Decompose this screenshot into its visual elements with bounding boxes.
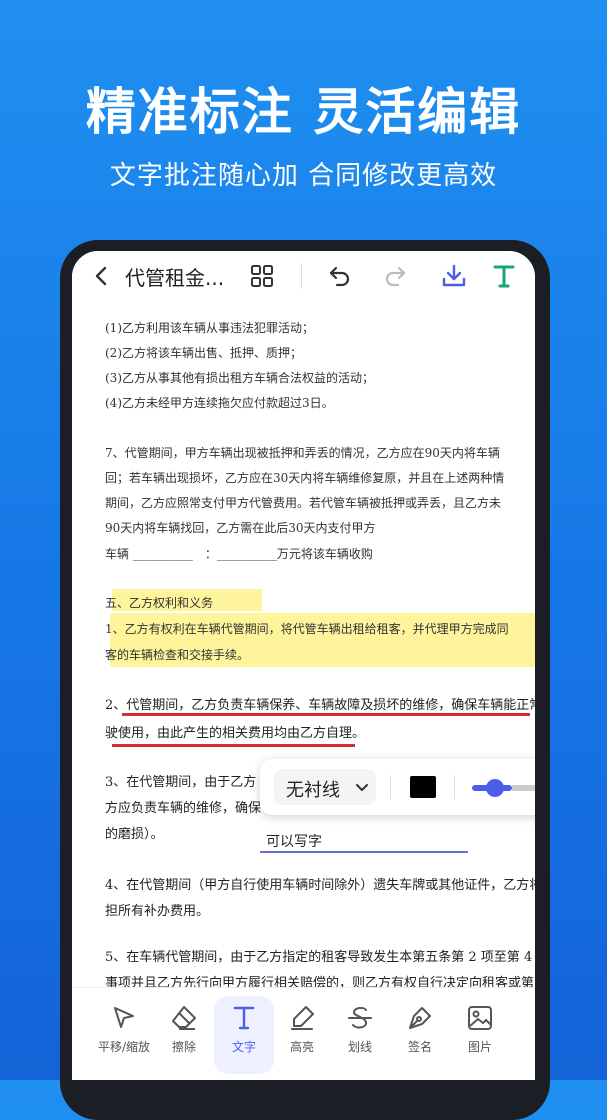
doc-line: 客的车辆检查和交接手续。 [105, 648, 250, 662]
text-color-swatch[interactable] [410, 776, 436, 798]
doc-line: 3、在代管期间，由于乙方 [105, 775, 257, 790]
doc-line: 回；若车辆出现损坏，乙方应在30天内将车辆维修复原，并且在上述两种情 [105, 471, 505, 485]
bottom-toolbar: 平移/缩放 擦除 文字 高亮 划线 签名 图片 [72, 987, 535, 1080]
document-title: 代管租金... [125, 266, 225, 290]
document-page[interactable]: (1)乙方利用该车辆从事违法犯罪活动； (2)乙方将该车辆出售、抵押、质押； (… [72, 301, 535, 987]
tool-signature[interactable]: 签名 [390, 996, 450, 1074]
eraser-icon [172, 1006, 196, 1030]
cursor-icon [114, 1007, 134, 1028]
doc-line: 1、乙方有权利在车辆代管期间，将代管车辆出租给租客，并代理甲方完成同 [105, 622, 509, 636]
signature-pen-icon [409, 1007, 431, 1029]
tool-erase[interactable]: 擦除 [154, 996, 214, 1074]
annotation-text[interactable]: 可以写字 [266, 831, 322, 851]
tool-image[interactable]: 图片 [450, 996, 510, 1074]
doc-line: 担所有补办费用。 [105, 904, 210, 919]
undo-icon[interactable] [324, 260, 356, 292]
toolbar-divider [454, 775, 455, 799]
doc-line: 驶使用，由此产生的相关费用均由乙方自理。 [105, 726, 366, 741]
tool-label: 平移/缩放 [97, 1040, 151, 1054]
doc-line: 事项并且乙方先行向甲方履行相关赔偿的，则乙方有权自行决定向租客或第 [105, 976, 535, 987]
font-size-slider-handle[interactable] [486, 779, 504, 797]
image-icon [468, 1006, 492, 1030]
text-icon [233, 1006, 255, 1030]
annotation-underline [260, 851, 468, 853]
tool-label: 擦除 [171, 1040, 196, 1054]
toolbar-divider [390, 775, 391, 799]
strikethrough-icon [348, 1006, 372, 1029]
redo-icon[interactable] [379, 260, 411, 292]
doc-line: 2、代管期间，乙方负责车辆保养、车辆故障及损坏的维修，确保车辆能正常 [105, 698, 535, 713]
text-tool-icon[interactable] [488, 260, 520, 292]
underline-mark [112, 744, 355, 747]
back-icon[interactable] [86, 260, 118, 292]
doc-line: 五、乙方权利和义务 [105, 596, 214, 610]
doc-line: 的磨损）。 [105, 827, 164, 842]
doc-line: (4)乙方未经甲方连续拖欠应付款超过3日。 [105, 396, 334, 410]
tool-label: 文字 [231, 1040, 256, 1054]
doc-line: 4、在代管期间（甲方自行使用车辆时间除外）遗失车牌或其他证件，乙方将 [105, 878, 535, 893]
doc-line: (3)乙方从事其他有损出租方车辆合法权益的活动； [105, 371, 374, 385]
doc-line: (2)乙方将该车辆出售、抵押、质押； [105, 346, 302, 360]
font-style-toolbar: 无衬线 [260, 759, 535, 815]
toolbar-divider [301, 263, 302, 289]
doc-line: 90天内将车辆找回，乙方需在此后30天内支付甲方 [105, 521, 376, 535]
doc-line: 方应负责车辆的维修，确保 [105, 801, 262, 816]
tool-strikeline[interactable]: 划线 [330, 996, 390, 1074]
font-family-value: 无衬线 [286, 780, 340, 801]
tool-label: 划线 [347, 1040, 372, 1054]
doc-line: 5、在车辆代管期间，由于乙方指定的租客导致发生本第五条第 2 项至第 4 项 [105, 950, 535, 965]
tool-label: 签名 [407, 1040, 432, 1054]
tool-pan-zoom[interactable]: 平移/缩放 [94, 996, 154, 1074]
doc-line: (1)乙方利用该车辆从事违法犯罪活动； [105, 321, 314, 335]
hero-title: 精准标注 灵活编辑 [85, 83, 522, 141]
doc-line: 期间，乙方应照常支付甲方代管费用。若代管车辆被抵押或弄丢，且乙方未 [105, 496, 502, 510]
font-size-slider-track[interactable] [512, 785, 535, 791]
doc-line: 车辆 __________ ：__________万元将该车辆收购 [105, 547, 373, 561]
tool-text[interactable]: 文字 [214, 996, 274, 1074]
top-toolbar: 代管租金... [72, 251, 535, 301]
highlighter-icon [291, 1006, 314, 1030]
tool-label: 高亮 [289, 1040, 314, 1054]
chevron-down-icon [356, 784, 368, 791]
app-screen: 代管租金... (1)乙方利用该车辆从事违法犯罪活动； (2)乙方将该车辆出售、… [72, 251, 535, 1080]
font-family-select[interactable]: 无衬线 [274, 769, 376, 805]
tool-highlight[interactable]: 高亮 [272, 996, 332, 1074]
download-icon[interactable] [438, 260, 470, 292]
underline-mark [122, 713, 530, 716]
hero-subtitle: 文字批注随心加 合同修改更高效 [109, 161, 498, 191]
grid-view-icon[interactable] [246, 260, 278, 292]
doc-line: 7、代管期间，甲方车辆出现被抵押和弄丢的情况，乙方应在90天内将车辆 [105, 446, 500, 460]
tool-label: 图片 [467, 1040, 492, 1054]
